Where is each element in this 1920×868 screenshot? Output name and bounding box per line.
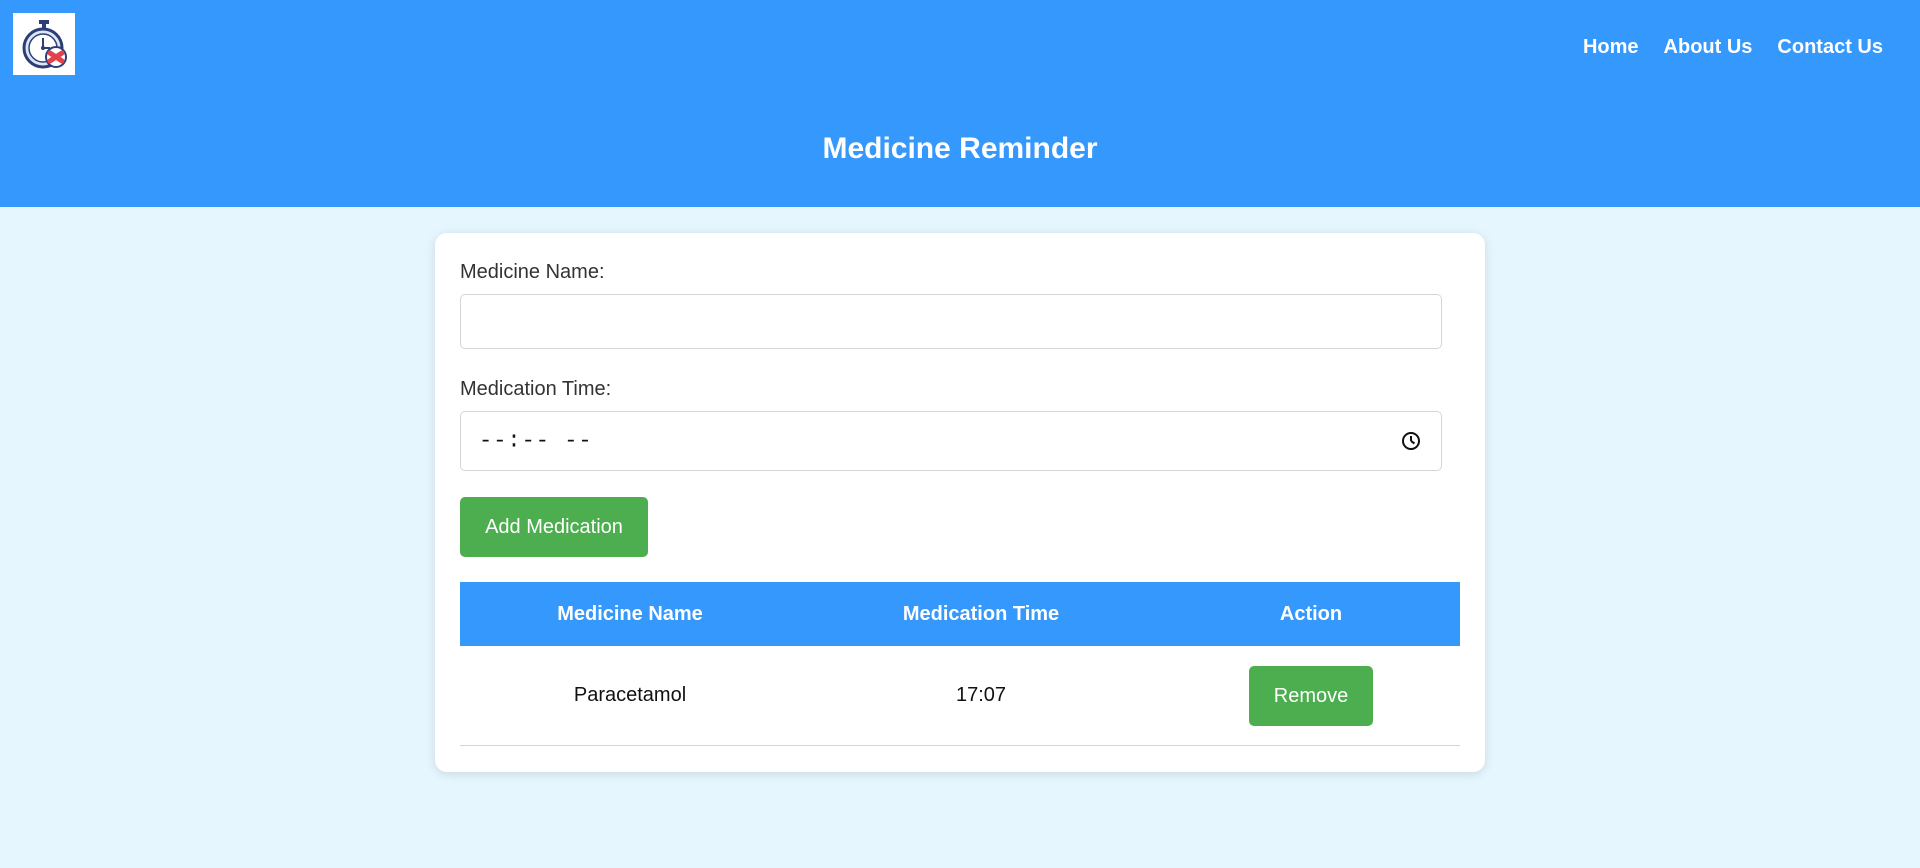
logo[interactable] (13, 13, 75, 75)
column-header-action: Action (1279, 602, 1343, 625)
medication-time-label: Medication Time: (460, 378, 612, 400)
table-header: Medicine Name Medication Time Action (460, 582, 1460, 646)
header: Home About Us Contact Us Medicine Remind… (0, 0, 1920, 207)
add-medication-button[interactable]: Add Medication (460, 497, 648, 557)
medication-table: Medicine Name Medication Time Action Par… (460, 582, 1460, 746)
clock-icon[interactable] (1401, 431, 1421, 451)
medication-time-input[interactable]: --:-- -- (460, 411, 1442, 471)
table-row: Paracetamol 17:07 Remove (460, 646, 1460, 746)
nav-contact-us[interactable]: Contact Us (1777, 36, 1883, 59)
row-medicine-name: Paracetamol (573, 684, 687, 706)
column-header-medicine-name: Medicine Name (557, 602, 703, 625)
nav-home[interactable]: Home (1583, 36, 1639, 59)
medication-time-value: --:-- -- (479, 428, 593, 454)
medicine-name-field (460, 294, 1442, 349)
nav-menu: Home About Us Contact Us (1583, 36, 1883, 59)
column-header-medication-time: Medication Time (902, 602, 1060, 625)
medicine-name-label: Medicine Name: (460, 261, 605, 283)
medicine-name-input[interactable] (461, 295, 1441, 348)
row-medication-time: 17:07 (955, 684, 1007, 706)
page-title: Medicine Reminder (822, 132, 1098, 165)
nav-about-us[interactable]: About Us (1664, 36, 1753, 59)
row-action-cell: Remove (1162, 646, 1460, 745)
remove-button[interactable]: Remove (1249, 666, 1373, 726)
medication-card: Medicine Name: Medication Time: --:-- --… (435, 233, 1485, 772)
stopwatch-pill-icon (22, 20, 67, 69)
